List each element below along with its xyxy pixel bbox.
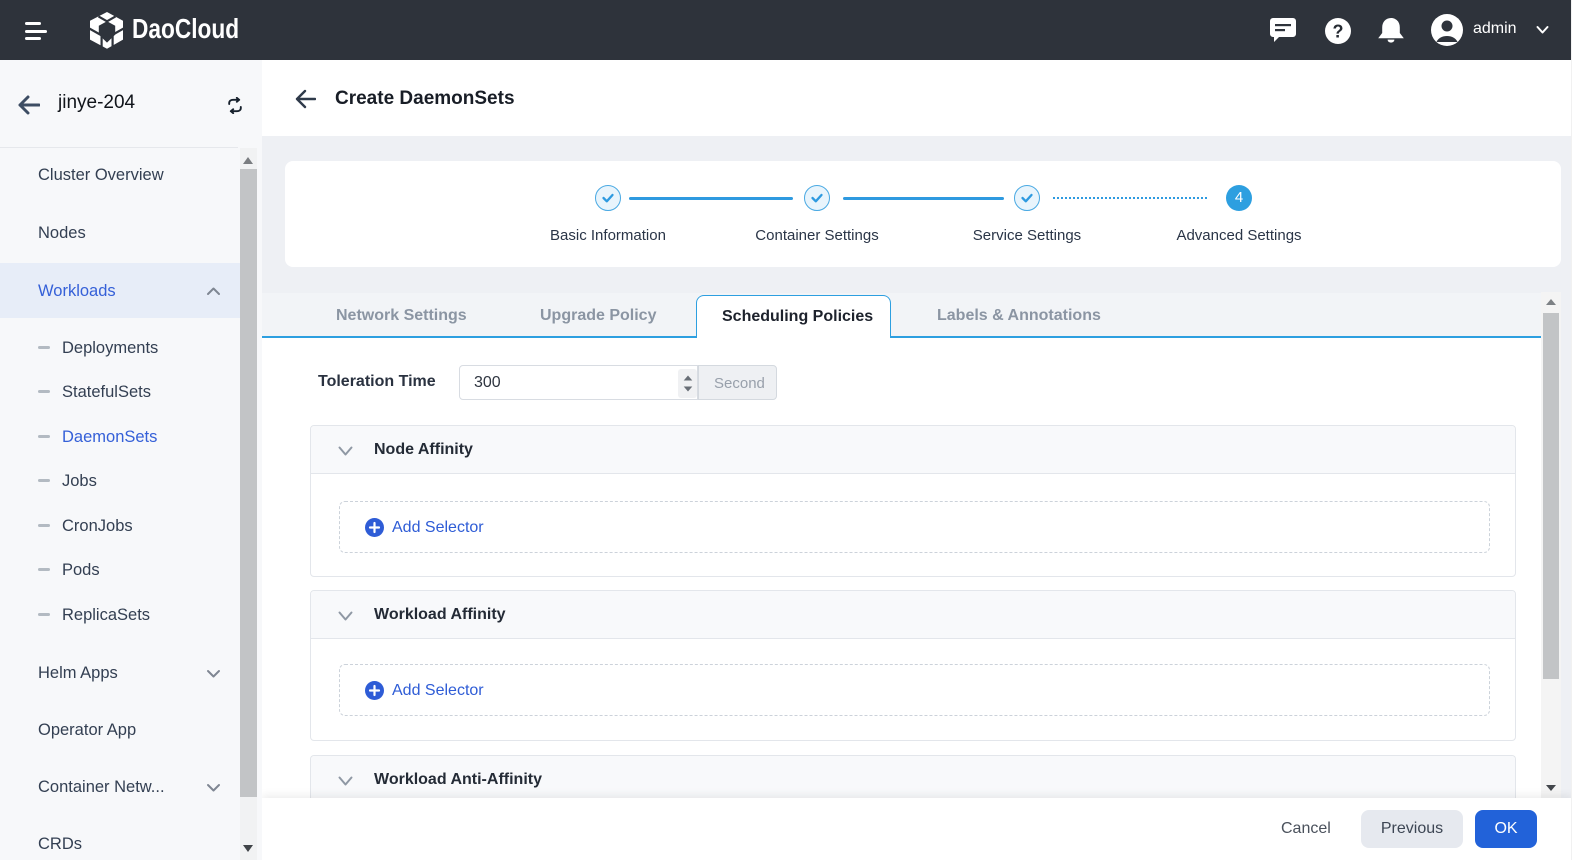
svg-text:?: ?	[1333, 22, 1344, 42]
